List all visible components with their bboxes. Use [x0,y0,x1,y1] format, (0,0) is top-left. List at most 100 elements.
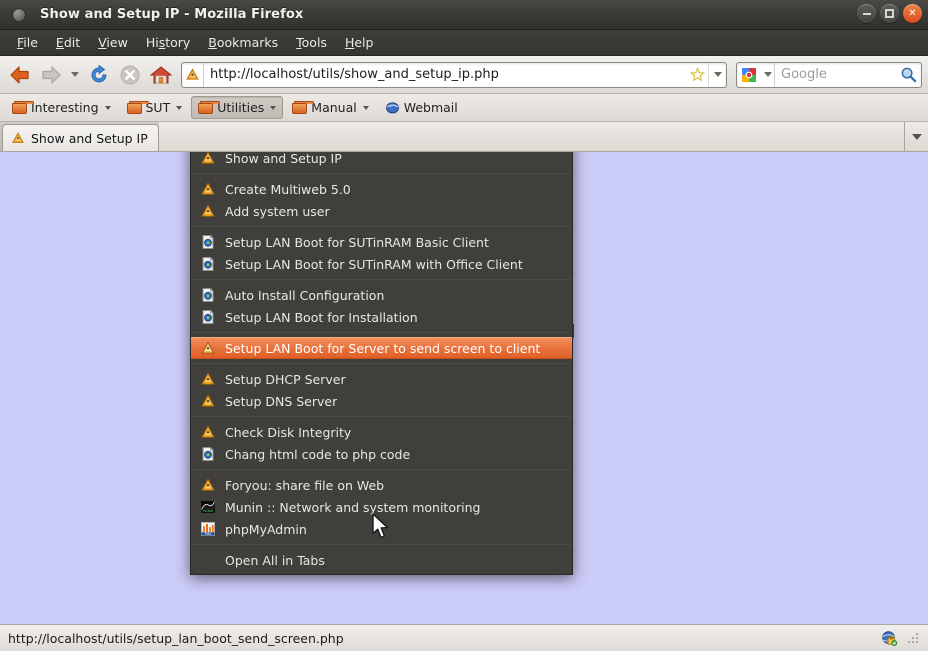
menu-item-label: Setup LAN Boot for SUTinRAM with Office … [225,256,523,272]
menu-item-label: Setup LAN Boot for Installation [225,309,418,325]
menu-help[interactable]: Help [336,32,383,53]
google-favicon[interactable] [737,67,761,83]
back-arrow-icon[interactable] [6,61,34,89]
resize-grip-icon[interactable] [906,631,920,645]
svg-text:PMA: PMA [205,531,213,535]
menu-item-phpmyadmin[interactable]: PMA phpMyAdmin [191,518,572,540]
menu-item-label: Setup DNS Server [225,393,338,409]
url-text[interactable]: http://localhost/utils/show_and_setup_ip… [204,67,686,82]
chevron-down-icon [911,133,922,140]
star-icon[interactable] [686,67,708,82]
home-icon[interactable] [147,61,175,89]
globe-security-icon[interactable] [881,630,898,647]
bookmark-folder-manual[interactable]: Manual [285,96,375,119]
menu-item-munin-monitoring[interactable]: MUNIN Munin :: Network and system monito… [191,496,572,518]
menu-separator [191,226,572,227]
blue-disc-document-icon [200,287,217,304]
menu-item-label: Show and Setup IP [225,152,342,166]
window-menu-dot-icon[interactable] [12,7,26,22]
sut-triangle-favicon [182,62,204,87]
close-button[interactable]: ✕ [903,4,922,23]
search-bar[interactable] [736,61,922,88]
menu-item-label: Check Disk Integrity [225,424,352,440]
menu-item-create-multiweb[interactable]: Create Multiweb 5.0 [191,178,572,200]
menu-item-label: Foryou: share file on Web [225,477,385,493]
menu-item-lan-boot-sutinram-office[interactable]: Setup LAN Boot for SUTinRAM with Office … [191,253,572,275]
menu-item-auto-install-configuration[interactable]: Auto Install Configuration [191,284,572,306]
window-controls: ✕ [857,4,922,23]
chevron-down-icon [362,105,369,110]
menu-item-label: Munin :: Network and system monitoring [225,499,481,515]
menu-item-add-system-user[interactable]: Add system user [191,200,572,222]
menu-item-lan-boot-installation[interactable]: Setup LAN Boot for Installation [191,306,572,328]
menu-bar: File Edit View History Bookmarks Tools H… [0,30,928,56]
blue-globe-icon [385,100,400,115]
menu-file[interactable]: File [8,32,47,53]
magnifier-icon[interactable] [895,66,921,83]
menu-item-label: phpMyAdmin [225,521,307,537]
status-bar-right [881,630,928,647]
all-tabs-dropdown-button[interactable] [904,122,928,151]
folder-icon [126,101,149,114]
bookmark-folder-interesting[interactable]: Interesting [5,96,118,119]
maximize-button[interactable] [880,4,899,23]
menu-item-check-disk-integrity[interactable]: Check Disk Integrity [191,421,572,443]
bookmark-label: Interesting [31,100,99,115]
menu-item-label: Setup LAN Boot for Server to send screen… [225,340,541,356]
menu-item-label: Create Multiweb 5.0 [225,181,351,197]
navigation-toolbar: http://localhost/utils/show_and_setup_ip… [0,56,928,94]
menu-item-foryou-share-file[interactable]: Foryou: share file on Web [191,474,572,496]
sut-triangle-favicon [200,371,217,388]
sut-triangle-favicon [200,181,217,198]
menu-separator [191,173,572,174]
menu-item-show-and-setup-ip[interactable]: Show and Setup IP [191,152,572,169]
menu-item-label: Auto Install Configuration [225,287,385,303]
sut-triangle-favicon [200,152,217,167]
menu-separator [191,416,572,417]
chevron-down-icon[interactable] [708,62,726,87]
folder-icon [12,101,34,114]
bookmark-folder-utilities[interactable]: Utilities [191,96,284,119]
bookmark-folder-sut[interactable]: SUT [120,96,190,119]
munin-favicon: MUNIN [200,499,217,516]
window-title: Show and Setup IP - Mozilla Firefox [40,7,304,22]
search-input[interactable] [775,67,895,82]
bookmarks-toolbar: Interesting SUT Utilities Manual Webmail [0,94,928,122]
menu-view[interactable]: View [89,32,137,53]
bookmark-webmail[interactable]: Webmail [378,96,465,119]
chevron-down-icon [104,105,111,110]
menu-item-lan-boot-sutinram-basic[interactable]: Setup LAN Boot for SUTinRAM Basic Client [191,231,572,253]
tab-show-and-setup-ip[interactable]: Show and Setup IP [2,124,159,151]
menu-item-open-all-in-tabs[interactable]: Open All in Tabs [191,549,572,571]
folder-icon [292,101,315,114]
chevron-down-icon[interactable] [68,61,82,89]
minimize-button[interactable] [857,4,876,23]
sut-triangle-favicon [200,393,217,410]
menu-item-lan-boot-server-send-screen[interactable]: Setup LAN Boot for Server to send screen… [191,337,572,359]
menu-item-label: Chang html code to php code [225,446,411,462]
sut-triangle-favicon [200,477,217,494]
menu-item-chang-html-to-php[interactable]: Chang html code to php code [191,443,572,465]
menu-separator [191,469,572,470]
menu-bookmarks[interactable]: Bookmarks [199,32,287,53]
menu-history[interactable]: History [137,32,199,53]
sut-triangle-favicon [200,424,217,441]
chevron-down-icon[interactable] [761,62,775,87]
chevron-down-icon [176,105,183,110]
menu-tools[interactable]: Tools [287,32,336,53]
blue-disc-document-icon [200,256,217,273]
chevron-down-icon [270,105,277,110]
menu-separator [191,363,572,364]
bookmark-label: Webmail [403,100,458,115]
forward-arrow-icon [37,61,65,89]
bookmark-label: Utilities [217,100,265,115]
blue-disc-document-icon [200,446,217,463]
menu-separator [191,279,572,280]
menu-item-setup-dhcp-server[interactable]: Setup DHCP Server [191,368,572,390]
status-link-target: http://localhost/utils/setup_lan_boot_se… [8,630,344,646]
menu-edit[interactable]: Edit [47,32,89,53]
sut-triangle-favicon [11,131,25,145]
reload-icon[interactable] [85,61,113,89]
menu-item-setup-dns-server[interactable]: Setup DNS Server [191,390,572,412]
url-bar[interactable]: http://localhost/utils/show_and_setup_ip… [181,61,727,88]
